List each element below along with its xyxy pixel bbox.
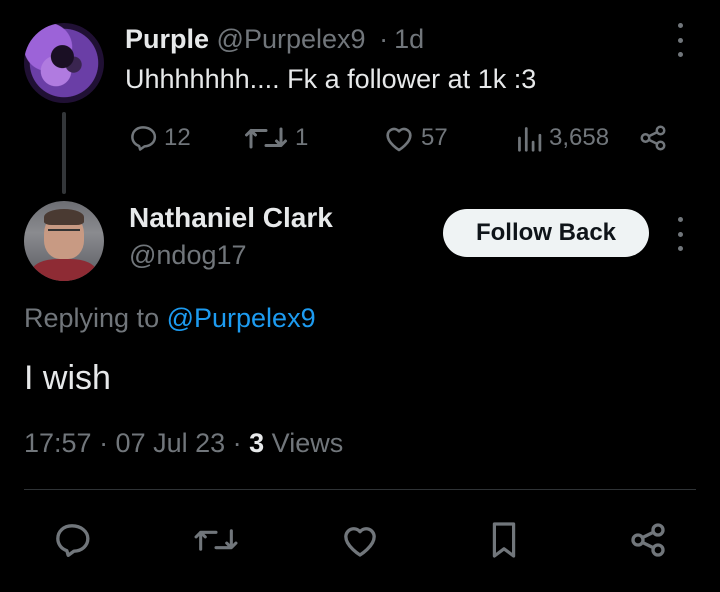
bottom-action-bar [0,510,720,570]
bookmark-icon [492,522,516,558]
thread-line [62,112,66,194]
reply-handle[interactable]: @ndog17 [129,240,247,271]
tweet-timestamp[interactable]: 17:57 · 07 Jul 23 · [24,428,249,458]
share-icon [640,125,666,151]
repost-count: 1 [295,124,309,151]
reply-tweet-text: I wish [24,359,111,397]
bottom-bookmark-button[interactable] [474,510,534,570]
follow-back-button[interactable]: Follow Back [443,209,649,257]
avatar-hair [44,209,84,225]
bottom-share-button[interactable] [618,510,678,570]
avatar-shirt [32,259,96,281]
more-icon[interactable] [675,23,685,57]
reply-icon [56,524,90,557]
repost-action[interactable]: 1 [243,118,308,158]
avatar-purple[interactable] [24,23,104,103]
reply-icon [131,126,157,151]
original-tweet-text: Uhhhhhhh.... Fk a follower at 1k :3 [125,64,537,94]
replying-prefix: Replying to [24,303,167,333]
like-icon [344,527,376,557]
views-icon [518,127,542,152]
like-count: 57 [421,124,448,151]
replying-to-link[interactable]: @Purpelex9 [167,303,316,333]
repost-icon [245,127,287,149]
reply-count: 12 [164,124,191,151]
avatar-nathaniel[interactable] [24,201,104,281]
replying-to-line: Replying to @Purpelex9 [24,303,316,334]
share-action[interactable] [637,118,669,158]
original-display-name[interactable]: Purple [125,24,209,54]
bottom-like-button[interactable] [330,510,390,570]
views-label: Views [264,428,344,458]
tweet-meta: 17:57 · 07 Jul 23 · 3 Views [24,428,343,459]
original-time[interactable]: 1d [394,24,424,54]
bottom-repost-button[interactable] [186,510,246,570]
bottom-reply-button[interactable] [42,510,102,570]
reply-display-name[interactable]: Nathaniel Clark [129,202,333,234]
like-icon [386,127,412,152]
avatar-glasses [48,229,80,239]
views-count: 3,658 [549,124,610,151]
reply-action[interactable]: 12 [128,118,191,158]
like-action[interactable]: 57 [383,118,448,158]
divider [24,489,696,490]
share-icon [631,523,665,557]
original-handle[interactable]: @Purpelex9 [217,24,366,54]
original-tweet-header: Purple @Purpelex9 · 1d [125,24,424,55]
views-action[interactable]: 3,658 [515,118,609,158]
header-separator: · [379,24,389,54]
views-number: 3 [249,428,265,458]
more-icon[interactable] [675,217,685,251]
repost-icon [194,529,238,551]
